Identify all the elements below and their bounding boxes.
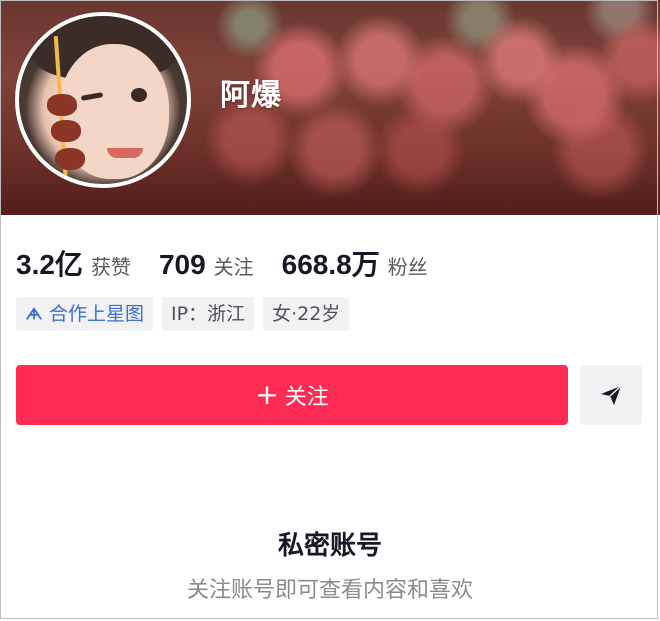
avatar[interactable] xyxy=(15,12,191,188)
stat-likes: 3.2亿 获赞 xyxy=(16,243,131,283)
stat-followers-label: 粉丝 xyxy=(387,255,428,279)
private-account-subtitle: 关注账号即可查看内容和喜欢 xyxy=(186,578,473,603)
stat-following-value: 709 xyxy=(158,249,206,280)
profile-tags: 合作上星图 IP：浙江 女·22岁 xyxy=(16,297,358,331)
stat-followers-value: 668.8万 xyxy=(281,249,380,280)
send-icon xyxy=(601,385,622,405)
star-map-icon xyxy=(26,307,42,320)
stat-likes-value: 3.2亿 xyxy=(16,249,83,280)
ip-location-tag: IP：浙江 xyxy=(162,297,255,331)
avatar-skewer-meat xyxy=(47,94,77,116)
stat-likes-label: 获赞 xyxy=(90,255,131,279)
profile-username: 阿爆 xyxy=(220,79,282,112)
avatar-skewer-meat xyxy=(51,120,81,142)
plus-icon: + xyxy=(255,378,279,411)
follow-button[interactable]: + 关注 xyxy=(16,365,568,425)
send-message-button[interactable] xyxy=(580,365,642,425)
gender-age-tag: 女·22岁 xyxy=(263,297,350,331)
stat-followers[interactable]: 668.8万 粉丝 xyxy=(282,243,428,283)
avatar-mouth xyxy=(107,148,143,158)
profile-stats: 3.2亿 获赞 709 关注 668.8万 粉丝 xyxy=(16,243,456,283)
avatar-eye-right xyxy=(131,88,147,102)
star-map-tag-label: 合作上星图 xyxy=(49,303,145,325)
avatar-skewer-meat xyxy=(55,148,85,170)
private-account-title: 私密账号 xyxy=(277,531,382,561)
stat-following-label: 关注 xyxy=(213,255,254,279)
follow-button-label: 关注 xyxy=(284,385,329,410)
star-map-tag[interactable]: 合作上星图 xyxy=(16,297,154,331)
stat-following[interactable]: 709 关注 xyxy=(159,249,254,281)
